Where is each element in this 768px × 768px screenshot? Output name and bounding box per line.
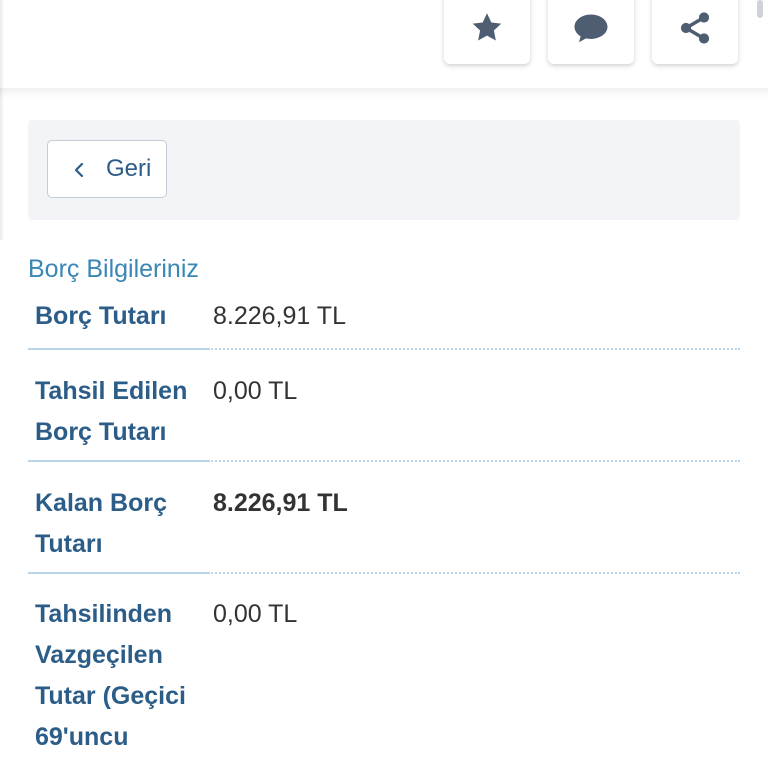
star-icon: [472, 13, 502, 41]
row-divider: [28, 460, 740, 462]
section-title: Borç Bilgileriniz: [28, 255, 199, 283]
row-divider: [28, 348, 740, 350]
debt-amount-label: Borç Tutarı: [35, 302, 167, 330]
back-panel: Geri: [28, 120, 740, 220]
remaining-debt-value: 8.226,91 TL: [213, 489, 348, 517]
chevron-left-icon: [74, 162, 84, 178]
share-icon: [680, 12, 710, 44]
comment-button[interactable]: [548, 0, 634, 64]
favorite-button[interactable]: [444, 0, 530, 64]
share-button[interactable]: [652, 0, 738, 64]
header-shadow: [0, 88, 768, 98]
side-panel-edge: [0, 0, 4, 240]
comment-icon: [574, 14, 608, 43]
back-button-label: Geri: [106, 155, 152, 182]
scrollbar-thumb[interactable]: [757, 0, 763, 18]
remaining-debt-label: Kalan Borç Tutarı: [35, 489, 167, 558]
waived-amount-value: 0,00 TL: [213, 600, 298, 628]
debt-amount-value: 8.226,91 TL: [213, 302, 346, 330]
collected-debt-value: 0,00 TL: [213, 377, 298, 405]
page: Geri Borç Bilgileriniz Borç Tutarı 8.226…: [0, 0, 768, 768]
waived-amount-label: Tahsilinden Vazgeçilen Tutar (Geçici 69'…: [35, 600, 186, 751]
collected-debt-label: Tahsil Edilen Borç Tutarı: [35, 377, 188, 446]
back-button[interactable]: Geri: [47, 140, 167, 198]
row-divider: [28, 572, 740, 574]
